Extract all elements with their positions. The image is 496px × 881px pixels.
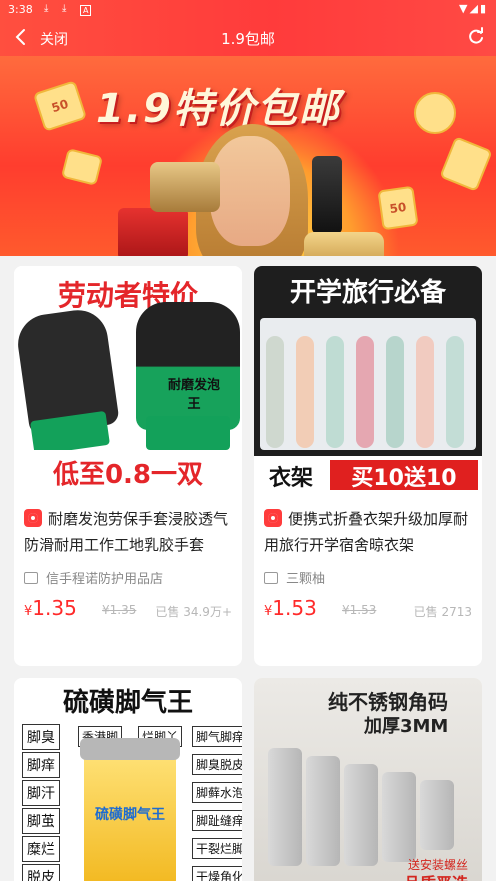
image-subheadline: 加厚3MM	[364, 716, 449, 737]
page-title: 1.9包邮	[221, 30, 275, 48]
product-title[interactable]: 便携式折叠衣架升级加厚耐用旅行开学宿舍晾衣架	[264, 506, 472, 558]
shop-name-text: 信手程诺防护用品店	[46, 572, 164, 587]
hanger-shape	[446, 336, 464, 448]
battery-icon: ▮	[479, 2, 488, 15]
banner-headline: 1.9特价包邮	[96, 86, 341, 132]
hanger-shape	[356, 336, 374, 448]
promo-banner[interactable]: 50 50 1.9特价包邮	[0, 56, 496, 256]
coupon-decoration	[439, 136, 493, 192]
product-title-text: 便携式折叠衣架升级加厚耐用旅行开学宿舍晾衣架	[264, 510, 469, 554]
price: ¥1.53	[264, 596, 317, 620]
sold-count: 已售 34.9万+	[155, 605, 232, 619]
app-icon: A	[80, 5, 92, 16]
bracket-shape	[420, 780, 454, 850]
nav-bar: 关闭 1.9包邮	[0, 20, 496, 56]
coupon-decoration: 50	[377, 185, 419, 231]
jar-label: 硫磺脚气王	[95, 807, 165, 823]
store-icon	[24, 572, 38, 584]
product-title-text: 耐磨发泡劳保手套浸胶透气防滑耐用工作工地乳胶手套	[24, 510, 229, 554]
image-headline: 开学旅行必备	[289, 278, 446, 308]
price: ¥1.35	[24, 596, 77, 620]
coupon-decoration: 50	[32, 80, 88, 132]
status-bar: 3:38 ⤓ ⤓ A ▼◢▮	[0, 0, 496, 20]
price-value: 1.53	[272, 596, 317, 620]
symptom-label: 脚臭脱皮	[192, 754, 242, 775]
hanger-shape	[326, 336, 344, 448]
symptom-label: 脚茧	[22, 808, 60, 834]
hanger-shape	[296, 336, 314, 448]
price-value: 1.35	[32, 596, 77, 620]
image-tagline: 低至0.8一双	[52, 460, 204, 490]
product-card[interactable]: 劳动者特价 耐磨发泡王 低至0.8一双 耐磨发泡劳保手套浸胶透气防滑耐用工作工地…	[14, 266, 242, 666]
refresh-icon[interactable]	[466, 27, 486, 47]
symptom-label: 脱皮	[22, 864, 60, 881]
gold-coin-decoration	[414, 92, 456, 134]
download-icon: ⤓	[62, 3, 67, 14]
image-note-bold: 品质严选	[404, 870, 468, 881]
hanger-shape	[386, 336, 404, 448]
top-bar: 3:38 ⤓ ⤓ A ▼◢▮ 关闭 1.9包邮	[0, 0, 496, 56]
signal-icon: ◢	[469, 2, 480, 15]
wifi-icon: ▼	[459, 2, 470, 15]
hanger-shape	[266, 336, 284, 448]
glove-cuff	[146, 416, 230, 450]
status-time: 3:38	[8, 3, 33, 16]
symptom-label: 脚气脚痒	[192, 726, 242, 747]
product-title[interactable]: 耐磨发泡劳保手套浸胶透气防滑耐用工作工地乳胶手套	[24, 506, 232, 558]
bracket-shape	[344, 764, 378, 866]
shop-name[interactable]: 三颗柚	[264, 568, 325, 587]
jar-cap	[80, 738, 180, 760]
shop-name[interactable]: 信手程诺防护用品店	[24, 568, 163, 587]
sold-count: 已售 2713	[413, 605, 472, 619]
image-label-left: 衣架	[258, 460, 324, 491]
product-image[interactable]: 开学旅行必备 衣架 买10送10	[254, 266, 482, 494]
image-headline: 纯不锈钢角码	[328, 690, 448, 714]
hanger-shape	[416, 336, 434, 448]
download-icon: ⤓	[44, 3, 49, 14]
hangers-photo	[260, 318, 476, 450]
system-icons: ▼◢▮	[459, 2, 488, 15]
image-label-right: 买10送10	[330, 460, 478, 491]
store-icon	[264, 572, 278, 584]
shop-name-text: 三颗柚	[286, 572, 326, 587]
image-headline: 硫磺脚气王	[62, 688, 193, 718]
symptom-label: 脚藓水泡	[192, 782, 242, 803]
symptom-label: 脚臭	[22, 724, 60, 750]
product-card[interactable]: 纯不锈钢角码 加厚3MM 送安装螺丝 品质严选	[254, 678, 482, 881]
cream-jar: 硫磺脚气王	[80, 738, 180, 881]
coupon-decoration	[60, 148, 104, 186]
perfume-bottle-image	[312, 156, 342, 234]
original-price: ¥1.53	[342, 603, 377, 617]
product-card[interactable]: 硫磺脚气王 脚臭 脚痒 脚汗 脚茧 糜烂 脱皮 香港脚 烂脚丫 脚气脚痒 脚臭脱…	[14, 678, 242, 881]
product-image[interactable]: 劳动者特价 耐磨发泡王 低至0.8一双	[14, 266, 242, 494]
tmall-icon	[24, 509, 42, 527]
product-image[interactable]: 硫磺脚气王 脚臭 脚痒 脚汗 脚茧 糜烂 脱皮 香港脚 烂脚丫 脚气脚痒 脚臭脱…	[14, 678, 242, 881]
red-bag-image	[118, 208, 188, 256]
symptom-label: 干燥角化	[192, 866, 242, 881]
glove-brand-mark: 耐磨发泡王	[167, 378, 220, 412]
gold-jar-image	[304, 232, 384, 256]
product-image[interactable]: 纯不锈钢角码 加厚3MM 送安装螺丝 品质严选	[254, 678, 482, 881]
bracket-shape	[268, 748, 302, 866]
symptom-label: 干裂烂脚	[192, 838, 242, 859]
bracket-shape	[306, 756, 340, 866]
product-card[interactable]: 开学旅行必备 衣架 买10送10 便携式折叠衣架升级加厚耐用旅行开学宿舍晾衣架 …	[254, 266, 482, 666]
tmall-icon	[264, 509, 282, 527]
symptom-label: 脚趾缝痒	[192, 810, 242, 831]
bracket-shape	[382, 772, 416, 862]
cream-jar-image	[150, 162, 220, 212]
original-price: ¥1.35	[102, 603, 137, 617]
symptom-label: 糜烂	[22, 836, 60, 862]
symptom-label: 脚痒	[22, 752, 60, 778]
symptom-label: 脚汗	[22, 780, 60, 806]
model-face	[210, 136, 290, 246]
